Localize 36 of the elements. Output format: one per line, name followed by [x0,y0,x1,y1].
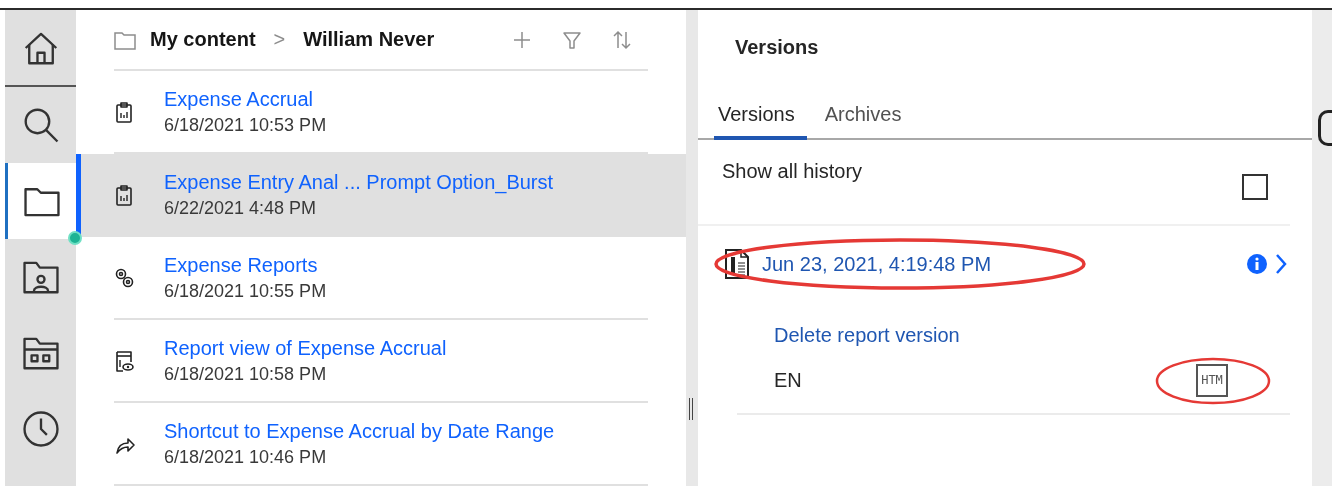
folder-icon [114,29,136,50]
gears-icon [114,266,136,289]
breadcrumb-item[interactable]: My content [150,28,256,51]
report-view-icon [114,349,136,372]
list-row[interactable]: Report view of Expense Accrual 6/18/2021 10:58 PM [114,320,648,403]
info-icon[interactable] [1246,253,1268,275]
breadcrumb-separator: > [273,28,286,51]
delete-version-link[interactable]: Delete report version [774,324,1290,347]
item-link[interactable]: Report view of Expense Accrual [164,336,447,360]
report-document-icon [724,248,750,280]
item-link[interactable]: Expense Entry Anal ... Prompt Option_Burst [164,170,554,194]
clock-icon [20,409,61,449]
format-button[interactable]: HTM [1196,363,1228,397]
splitter-grip-icon[interactable] [689,398,693,420]
breadcrumb-item[interactable]: William Never [303,28,435,51]
item-date: 6/22/2021 4:48 PM [164,197,318,219]
tab[interactable]: Archives [820,103,914,140]
list-row[interactable]: Expense Reports 6/18/2021 10:55 PM [114,237,648,320]
sidebar-item[interactable] [5,163,76,239]
item-date: 6/18/2021 10:55 PM [164,280,327,302]
filter-icon[interactable] [562,29,582,50]
item-date: 6/18/2021 10:58 PM [164,363,328,385]
panel-title: Versions [735,36,820,59]
item-link[interactable]: Expense Reports [164,253,327,277]
item-date: 6/18/2021 10:46 PM [164,446,328,468]
checkbox[interactable] [1242,174,1268,200]
language-label: EN [774,368,802,392]
list-row[interactable]: Expense Entry Anal ... Prompt Option_Burst 6/22/2021 4:48 PM [76,154,686,237]
chevron-right-icon[interactable] [1274,253,1288,275]
list-row[interactable]: Shortcut to Expense Accrual by Date Range 6/18/2021 10:46 PM [114,403,648,486]
checkbox-label: Show all history [722,160,863,183]
tab[interactable]: Versions [714,103,807,140]
sort-icon[interactable] [612,29,632,50]
item-link[interactable]: Expense Accrual [164,87,327,111]
item-date: 6/18/2021 10:53 PM [164,114,327,136]
item-link[interactable]: Shortcut to Expense Accrual by Date Range [164,419,555,443]
